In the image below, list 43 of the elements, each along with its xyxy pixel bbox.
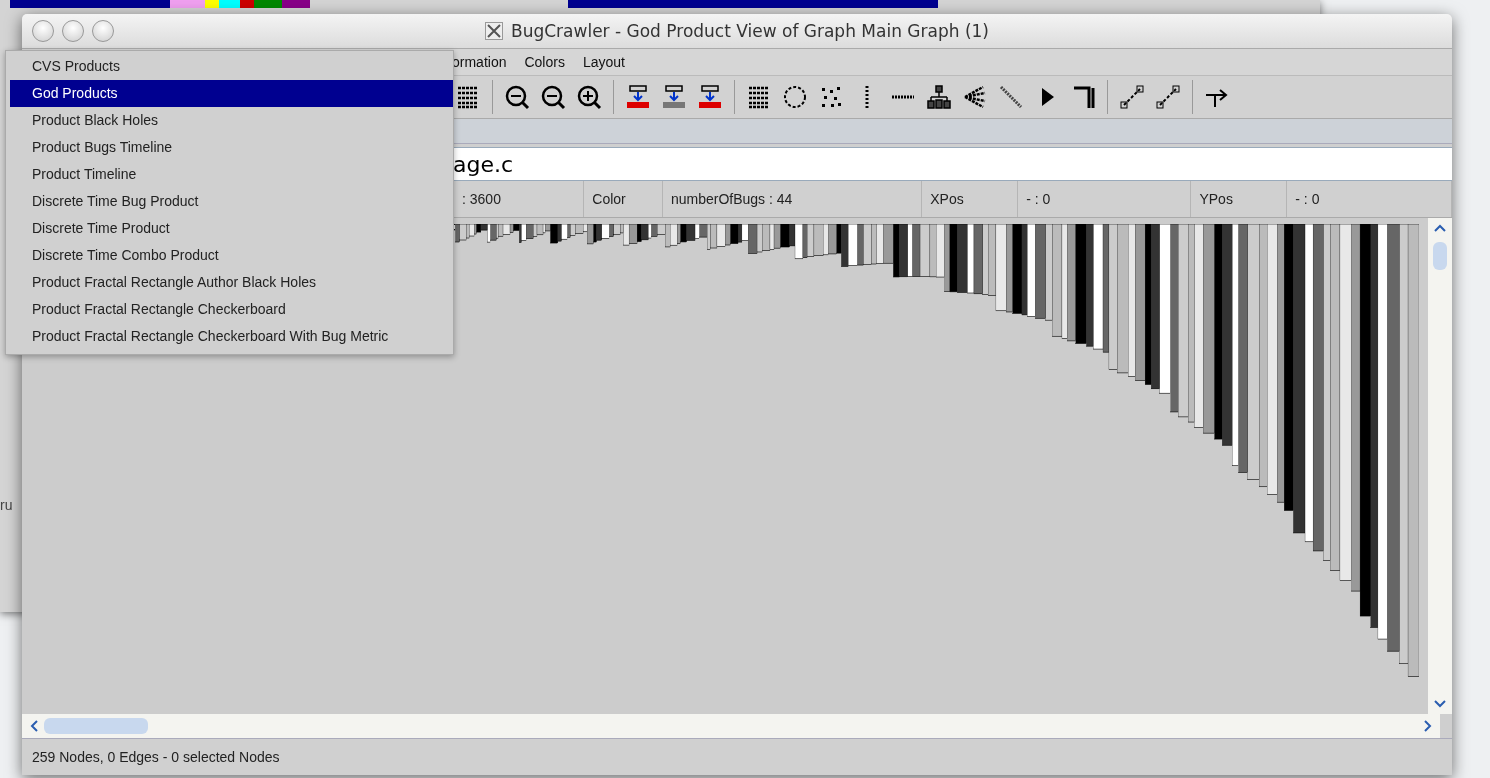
align-top-icon[interactable]: [624, 83, 652, 111]
menu-option[interactable]: Product Black Holes: [6, 107, 453, 134]
tree-icon[interactable]: [925, 83, 953, 111]
menu-option[interactable]: Discrete Time Product: [6, 215, 453, 242]
menu-option[interactable]: Product Fractal Rectangle Checkerboard With Bug Metric: [6, 323, 453, 350]
property-cell: YPos: [1191, 181, 1288, 217]
property-cell: - : 0: [1287, 181, 1452, 217]
scroll-left-icon[interactable]: [30, 720, 38, 732]
menu-option[interactable]: Discrete Time Combo Product: [6, 242, 453, 269]
menu-option[interactable]: Product Fractal Rectangle Author Black Holes: [6, 269, 453, 296]
horizontal-scrollbar[interactable]: [22, 714, 1440, 738]
align-middle-icon[interactable]: [660, 83, 688, 111]
property-cell: - : 0: [1018, 181, 1192, 217]
zoom-fit-icon[interactable]: [539, 83, 567, 111]
window-title: BugCrawler - God Product View of Graph Main Graph (1): [511, 21, 989, 41]
diagonal-icon[interactable]: [997, 83, 1025, 111]
scrollbar-thumb[interactable]: [1433, 242, 1447, 270]
menu-option[interactable]: God Products: [10, 80, 453, 107]
status-text: 259 Nodes, 0 Edges - 0 selected Nodes: [32, 749, 280, 765]
menu-option[interactable]: Product Bugs Timeline: [6, 134, 453, 161]
menu-item[interactable]: ormation: [452, 54, 507, 70]
menu-item[interactable]: Layout: [582, 54, 625, 70]
link-icon[interactable]: [1118, 83, 1146, 111]
scroll-right-icon[interactable]: [1424, 720, 1432, 732]
property-cell: Color: [584, 181, 663, 217]
x-logo-icon: [485, 22, 503, 40]
property-cell: numberOfBugs : 44: [662, 181, 923, 217]
scroll-up-icon[interactable]: [1434, 224, 1446, 232]
window-text: ru: [0, 497, 13, 513]
menu-option[interactable]: CVS Products: [6, 53, 453, 80]
zoom-in-icon[interactable]: [575, 83, 603, 111]
menu-option[interactable]: Discrete Time Bug Product: [6, 188, 453, 215]
circle-layout-icon[interactable]: [781, 83, 809, 111]
menu-option[interactable]: Product Fractal Rectangle Checkerboard: [6, 296, 453, 323]
vertical-scrollbar[interactable]: [1428, 218, 1452, 714]
property-cell: XPos: [922, 181, 1019, 217]
align-top-icon[interactable]: [696, 83, 724, 111]
link-icon[interactable]: [1154, 83, 1182, 111]
menu-item[interactable]: Colors: [524, 54, 565, 70]
scrollbar-thumb[interactable]: [44, 718, 148, 734]
menu-option[interactable]: Product Timeline: [6, 161, 453, 188]
zoom-out-icon[interactable]: [503, 83, 531, 111]
scroll-down-icon[interactable]: [1434, 700, 1446, 708]
